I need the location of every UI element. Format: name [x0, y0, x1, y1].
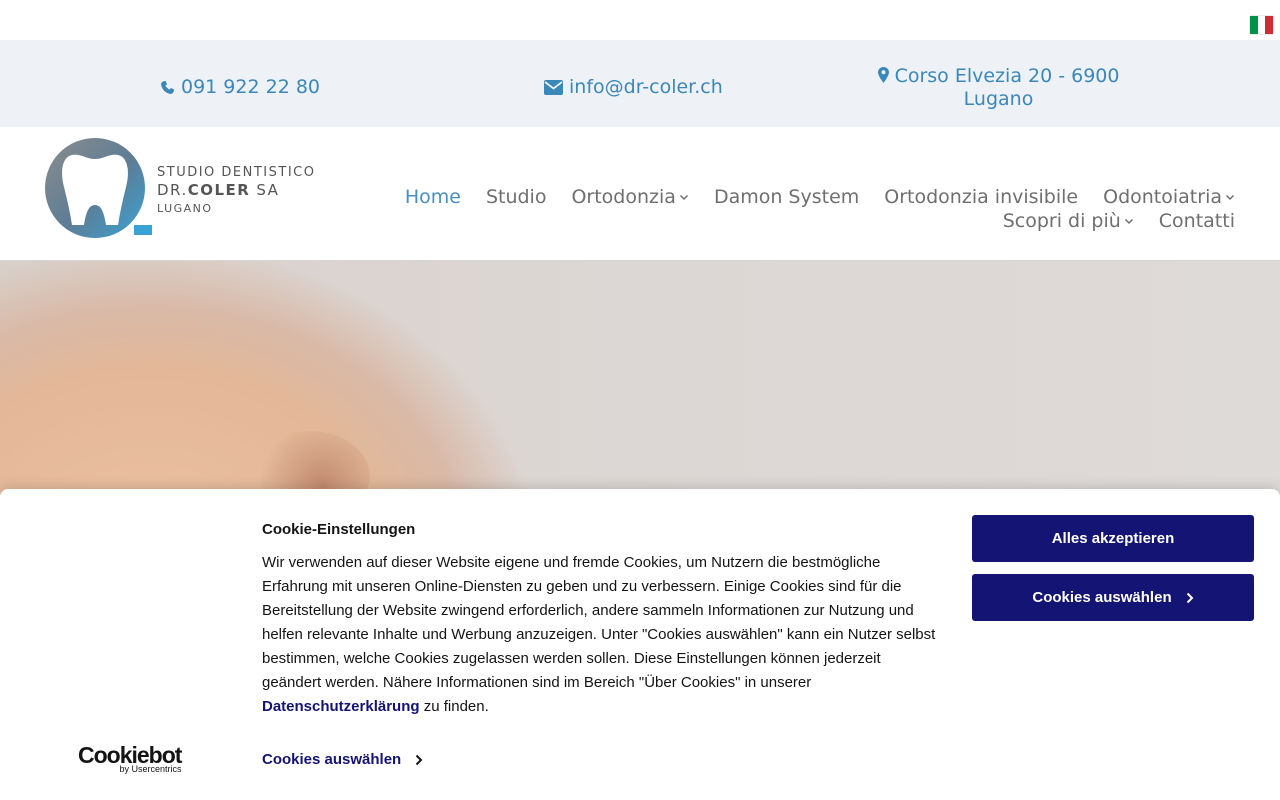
email-address: info@dr-coler.ch	[569, 76, 723, 98]
nav-item-label: Scopri di più	[1002, 210, 1121, 232]
nav-item-label: Damon System	[713, 186, 860, 208]
phone-link[interactable]: 091 922 22 80	[160, 76, 320, 98]
italian-flag-icon[interactable]	[1250, 16, 1274, 34]
logo-prefix: DR.	[157, 181, 188, 199]
nav-item-label: Studio	[485, 186, 547, 208]
nav-item-label: Ortodonzia invisibile	[884, 186, 1079, 208]
address-link[interactable]: Corso Elvezia 20 - 6900 Lugano	[876, 65, 1121, 111]
address-line-2: Lugano	[963, 88, 1034, 110]
nav-item-damon-system[interactable]: Damon System	[714, 186, 859, 208]
envelope-icon	[544, 80, 563, 95]
nav-item-label: Ortodonzia	[571, 186, 676, 208]
site-header: STUDIO DENTISTICO DR.COLER SA LUGANO Home…	[0, 127, 1280, 261]
chevron-down-icon	[679, 194, 688, 201]
nav-item-contatti[interactable]: Contatti	[1159, 210, 1235, 232]
chevron-right-icon	[416, 754, 423, 765]
nav-item-home[interactable]: Home	[405, 186, 461, 208]
accept-all-button[interactable]: Alles akzeptieren	[972, 515, 1254, 562]
cookie-title: Cookie-Einstellungen	[262, 521, 416, 538]
cookie-banner: Cookiebot by Usercentrics Cookie-Einstel…	[0, 489, 1280, 800]
site-logo[interactable]: STUDIO DENTISTICO DR.COLER SA LUGANO	[42, 137, 342, 241]
phone-number: 091 922 22 80	[181, 76, 321, 98]
map-marker-icon	[877, 67, 889, 83]
nav-item-scopri-di-pi[interactable]: Scopri di più	[1003, 210, 1134, 232]
cookie-text: Wir verwenden auf dieser Website eigene …	[262, 551, 942, 719]
nav-item-studio[interactable]: Studio	[486, 186, 547, 208]
phone-icon	[161, 80, 175, 94]
nav-row-1: Home Studio Ortodonzia Damon System Ortodonz…	[375, 185, 1235, 209]
chevron-down-icon	[1124, 218, 1133, 225]
address-line-1: Corso Elvezia 20 - 6900	[894, 65, 1120, 87]
nav-item-ortodonzia[interactable]: Ortodonzia	[571, 186, 688, 208]
top-bar	[0, 0, 1280, 40]
logo-line-1: STUDIO DENTISTICO	[157, 165, 316, 180]
nav-item-label: Odontoiatria	[1103, 186, 1222, 208]
nav-item-label: Home	[404, 186, 461, 208]
logo-suffix: SA	[256, 181, 280, 199]
contact-bar: 091 922 22 80 info@dr-coler.ch Corso Elv…	[0, 40, 1280, 127]
cookie-text-main: Wir verwenden auf dieser Website eigene …	[262, 554, 936, 691]
nav-item-odontoiatria[interactable]: Odontoiatria	[1103, 186, 1235, 208]
cookies-select-link-label: Cookies auswählen	[262, 751, 402, 768]
select-cookies-button[interactable]: Cookies auswählen	[972, 574, 1254, 621]
logo-name: COLER	[187, 181, 251, 199]
logo-text: STUDIO DENTISTICO DR.COLER SA LUGANO	[157, 165, 315, 215]
cookiebot-logo: Cookiebot by Usercentrics	[78, 742, 182, 775]
nav-item-label: Contatti	[1158, 210, 1235, 232]
select-cookies-button-label: Cookies auswählen	[1032, 589, 1172, 606]
chevron-down-icon	[1225, 194, 1235, 201]
nav-item-ortodonzia-invisibile[interactable]: Ortodonzia invisibile	[884, 186, 1078, 208]
chevron-right-icon	[1186, 592, 1194, 603]
cookie-text-end: zu finden.	[419, 698, 489, 715]
email-link[interactable]: info@dr-coler.ch	[544, 76, 723, 98]
main-navigation: Home Studio Ortodonzia Damon System Ortodonz…	[375, 185, 1235, 233]
cookiebot-brand: Cookiebot	[78, 742, 182, 768]
nav-row-2: Scopri di più Contatti	[375, 209, 1235, 233]
cookies-select-link[interactable]: Cookies auswählen	[262, 751, 423, 768]
privacy-policy-link[interactable]: Datenschutzerklärung	[262, 698, 420, 715]
logo-line-2: DR.COLER SA	[157, 181, 315, 199]
tooth-logo-icon	[45, 138, 152, 238]
logo-line-3: LUGANO	[157, 202, 213, 215]
